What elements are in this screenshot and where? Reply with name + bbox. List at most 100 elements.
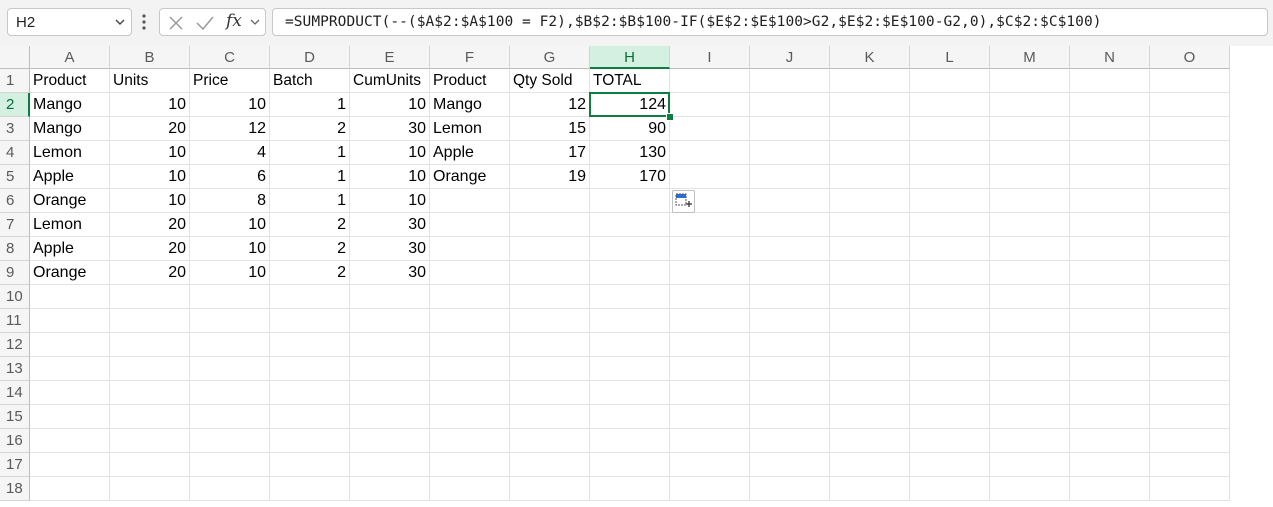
cell-d8[interactable]: 2 (270, 237, 350, 261)
cell-d1[interactable]: Batch (270, 69, 350, 93)
cell-l9[interactable] (910, 261, 990, 285)
cell-h8[interactable] (590, 237, 670, 261)
cell-o4[interactable] (1150, 141, 1230, 165)
cell-h13[interactable] (590, 357, 670, 381)
cell-i14[interactable] (670, 381, 750, 405)
cell-a17[interactable] (30, 453, 110, 477)
cell-o11[interactable] (1150, 309, 1230, 333)
cell-a1[interactable]: Product (30, 69, 110, 93)
cell-a13[interactable] (30, 357, 110, 381)
cell-j3[interactable] (750, 117, 830, 141)
cell-e2[interactable]: 10 (350, 93, 430, 117)
row-header-17[interactable]: 17 (0, 453, 30, 477)
row-header-6[interactable]: 6 (0, 189, 30, 213)
cell-f18[interactable] (430, 477, 510, 501)
row-header-12[interactable]: 12 (0, 333, 30, 357)
cell-n1[interactable] (1070, 69, 1150, 93)
cell-b5[interactable]: 10 (110, 165, 190, 189)
insert-function-icon[interactable]: fx (226, 11, 242, 31)
cell-j12[interactable] (750, 333, 830, 357)
cell-g3[interactable]: 15 (510, 117, 590, 141)
cell-g13[interactable] (510, 357, 590, 381)
cell-n3[interactable] (1070, 117, 1150, 141)
cell-m11[interactable] (990, 309, 1070, 333)
cell-g17[interactable] (510, 453, 590, 477)
cell-n17[interactable] (1070, 453, 1150, 477)
cell-j9[interactable] (750, 261, 830, 285)
cell-c18[interactable] (190, 477, 270, 501)
cell-c9[interactable]: 10 (190, 261, 270, 285)
row-header-14[interactable]: 14 (0, 381, 30, 405)
cell-o13[interactable] (1150, 357, 1230, 381)
cell-a18[interactable] (30, 477, 110, 501)
cell-k14[interactable] (830, 381, 910, 405)
cell-j2[interactable] (750, 93, 830, 117)
cell-a3[interactable]: Mango (30, 117, 110, 141)
cell-b15[interactable] (110, 405, 190, 429)
cell-e1[interactable]: CumUnits (350, 69, 430, 93)
cell-e14[interactable] (350, 381, 430, 405)
cell-b6[interactable]: 10 (110, 189, 190, 213)
cell-n4[interactable] (1070, 141, 1150, 165)
cell-a15[interactable] (30, 405, 110, 429)
row-header-1[interactable]: 1 (0, 69, 30, 93)
cell-o5[interactable] (1150, 165, 1230, 189)
cell-n12[interactable] (1070, 333, 1150, 357)
cell-n8[interactable] (1070, 237, 1150, 261)
cell-k4[interactable] (830, 141, 910, 165)
cell-g10[interactable] (510, 285, 590, 309)
column-header-l[interactable]: L (910, 46, 990, 69)
cell-n5[interactable] (1070, 165, 1150, 189)
cell-l4[interactable] (910, 141, 990, 165)
cell-c10[interactable] (190, 285, 270, 309)
cell-m7[interactable] (990, 213, 1070, 237)
cell-a12[interactable] (30, 333, 110, 357)
cell-m10[interactable] (990, 285, 1070, 309)
cell-l11[interactable] (910, 309, 990, 333)
cell-o17[interactable] (1150, 453, 1230, 477)
cell-d9[interactable]: 2 (270, 261, 350, 285)
cell-b1[interactable]: Units (110, 69, 190, 93)
cell-g15[interactable] (510, 405, 590, 429)
cell-c2[interactable]: 10 (190, 93, 270, 117)
cell-l16[interactable] (910, 429, 990, 453)
column-header-g[interactable]: G (510, 46, 590, 69)
cell-c8[interactable]: 10 (190, 237, 270, 261)
cell-b10[interactable] (110, 285, 190, 309)
cell-m4[interactable] (990, 141, 1070, 165)
cell-i5[interactable] (670, 165, 750, 189)
cell-d16[interactable] (270, 429, 350, 453)
cell-i2[interactable] (670, 93, 750, 117)
cell-g11[interactable] (510, 309, 590, 333)
cell-d5[interactable]: 1 (270, 165, 350, 189)
cell-k3[interactable] (830, 117, 910, 141)
cell-e11[interactable] (350, 309, 430, 333)
cell-b7[interactable]: 20 (110, 213, 190, 237)
cell-e13[interactable] (350, 357, 430, 381)
cell-l1[interactable] (910, 69, 990, 93)
cell-o10[interactable] (1150, 285, 1230, 309)
cell-j14[interactable] (750, 381, 830, 405)
cell-k7[interactable] (830, 213, 910, 237)
cancel-icon[interactable] (167, 14, 185, 32)
cell-f1[interactable]: Product (430, 69, 510, 93)
cell-l18[interactable] (910, 477, 990, 501)
cell-c12[interactable] (190, 333, 270, 357)
cell-m13[interactable] (990, 357, 1070, 381)
cell-a2[interactable]: Mango (30, 93, 110, 117)
cell-h1[interactable]: TOTAL (590, 69, 670, 93)
cell-k15[interactable] (830, 405, 910, 429)
row-header-15[interactable]: 15 (0, 405, 30, 429)
cell-l7[interactable] (910, 213, 990, 237)
column-header-c[interactable]: C (190, 46, 270, 69)
more-options-icon[interactable] (139, 10, 149, 34)
cell-m2[interactable] (990, 93, 1070, 117)
cell-g12[interactable] (510, 333, 590, 357)
cell-f12[interactable] (430, 333, 510, 357)
cell-j6[interactable] (750, 189, 830, 213)
cell-m16[interactable] (990, 429, 1070, 453)
column-header-i[interactable]: I (670, 46, 750, 69)
cell-e3[interactable]: 30 (350, 117, 430, 141)
cell-n9[interactable] (1070, 261, 1150, 285)
cell-e16[interactable] (350, 429, 430, 453)
